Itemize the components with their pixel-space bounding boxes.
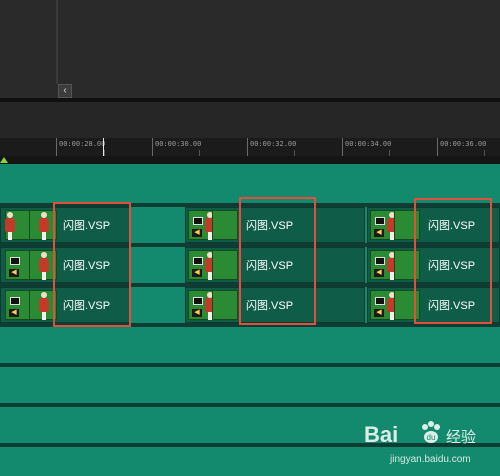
clip-thumbnail xyxy=(212,290,238,320)
svg-text:du: du xyxy=(427,433,436,442)
ruler-timecode: 00:00:34.00 xyxy=(345,140,392,148)
ruler-timecode: 00:00:32.00 xyxy=(250,140,297,148)
ruler-tick xyxy=(342,138,343,156)
ruler-timecode: 00:00:36.00 xyxy=(440,140,487,148)
preview-panel xyxy=(0,0,500,98)
clip-media-icon: ◀ xyxy=(373,294,385,318)
chevron-left-icon: ‹ xyxy=(63,85,67,96)
marker-icon[interactable] xyxy=(0,157,8,163)
scroll-left-button[interactable]: ‹ xyxy=(58,84,72,98)
clip-media-icon: ◀ xyxy=(8,294,20,318)
ruler-tick xyxy=(437,138,438,156)
clip-image-icon xyxy=(38,252,50,280)
ruler-timecode: 00:00:30.00 xyxy=(155,140,202,148)
clip-media-icon: ◀ xyxy=(373,214,385,238)
clip-image-icon xyxy=(4,212,16,240)
clip-media-icon: ◀ xyxy=(191,294,203,318)
track-divider xyxy=(0,403,500,407)
panel-splitter[interactable] xyxy=(56,0,58,84)
watermark-logo: Bai xyxy=(364,422,399,447)
toolbar-band xyxy=(0,102,500,138)
playhead[interactable] xyxy=(103,138,104,156)
clip-thumbnail xyxy=(212,210,238,240)
clip-thumbnail xyxy=(212,250,238,280)
ruler-baseline xyxy=(0,156,500,164)
ruler-timecode: 00:00:28.00 xyxy=(59,140,106,148)
clip-media-icon: ◀ xyxy=(191,254,203,278)
clip-image-icon xyxy=(38,292,50,320)
ruler-tick xyxy=(152,138,153,156)
watermark-url: jingyan.baidu.com xyxy=(390,454,471,465)
highlight-box xyxy=(239,197,316,325)
clip-image-icon xyxy=(38,212,50,240)
watermark-brand: 经验 xyxy=(446,429,477,446)
clip-media-icon: ◀ xyxy=(373,254,385,278)
ruler-tick xyxy=(56,138,57,156)
baidu-watermark: Bai du 经验 jingyan.baidu.com xyxy=(360,420,500,476)
highlight-box xyxy=(414,198,492,324)
clip-media-icon: ◀ xyxy=(191,214,203,238)
ruler-tick xyxy=(247,138,248,156)
track-divider xyxy=(0,363,500,367)
paw-icon: du xyxy=(422,421,440,443)
clip-media-icon: ◀ xyxy=(8,254,20,278)
highlight-box xyxy=(53,202,131,327)
